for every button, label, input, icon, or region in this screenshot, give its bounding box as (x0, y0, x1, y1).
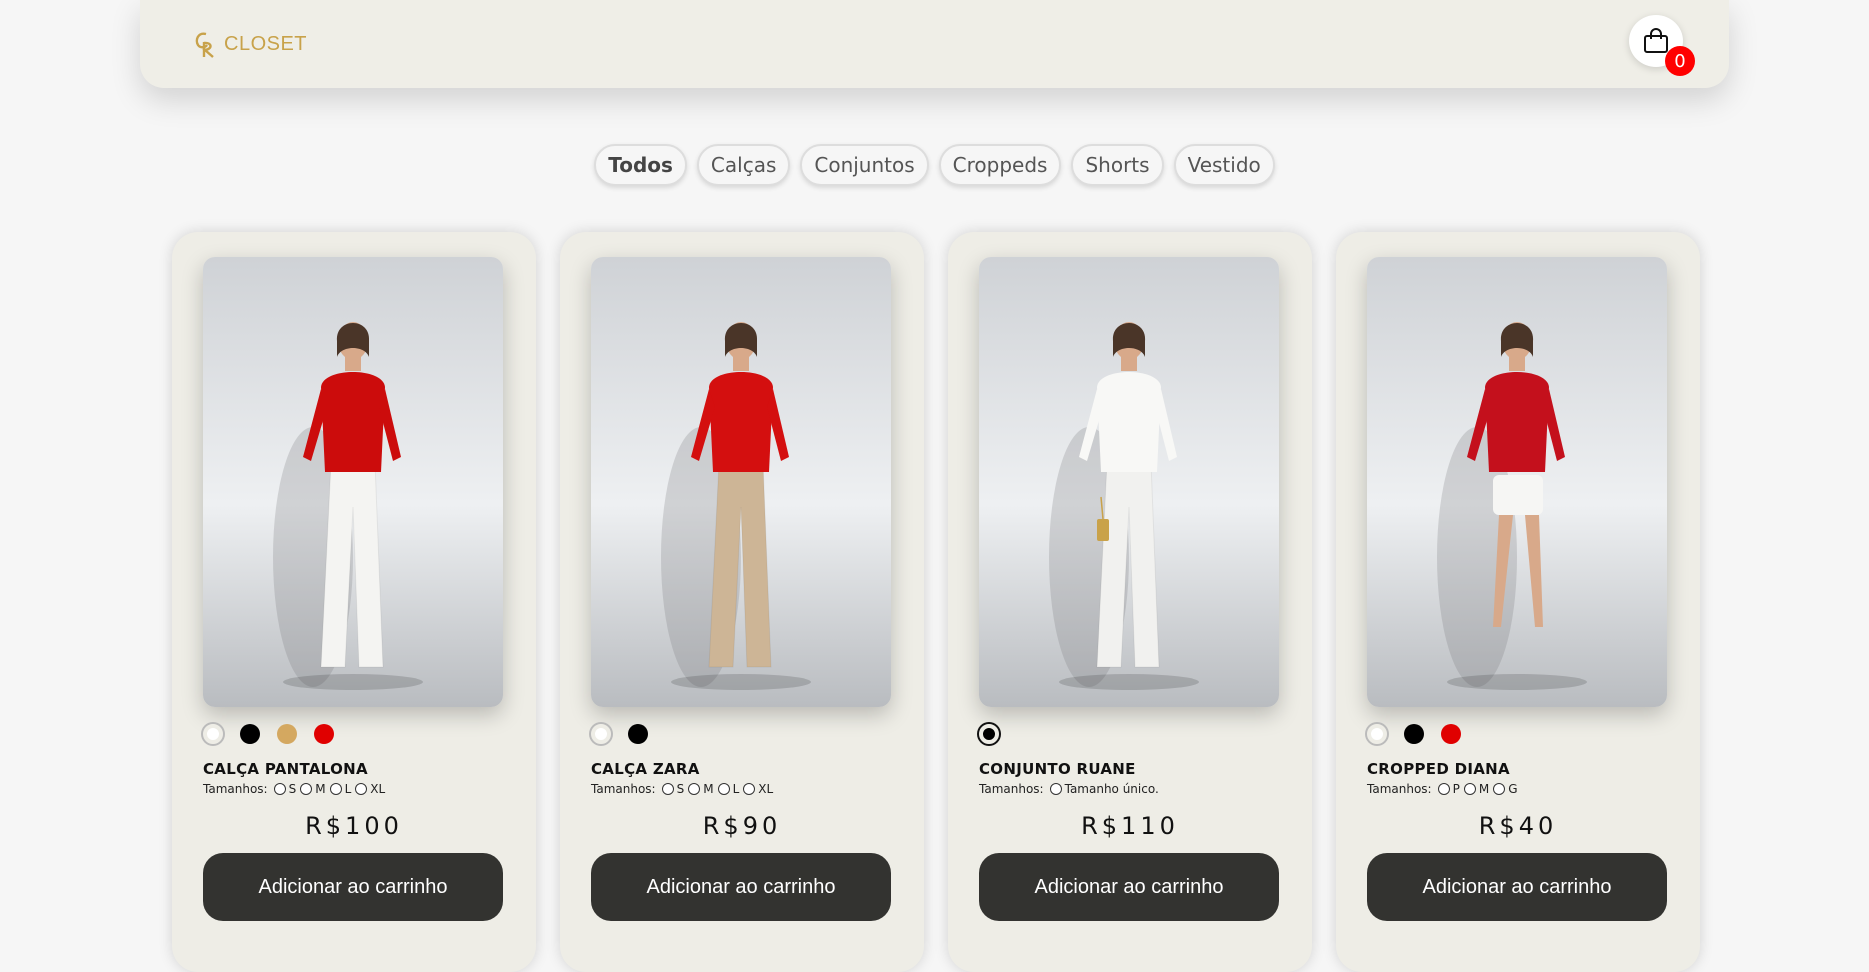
color-swatch[interactable] (979, 724, 999, 744)
product-image[interactable] (203, 257, 503, 707)
sizes-label: Tamanhos: (203, 782, 268, 796)
size-label: G (1508, 782, 1518, 796)
product-image[interactable] (591, 257, 891, 707)
add-to-cart-button[interactable]: Adicionar ao carrinho (1367, 853, 1667, 921)
size-radio[interactable]: G (1493, 782, 1518, 796)
color-swatch[interactable] (240, 724, 260, 744)
add-to-cart-button[interactable]: Adicionar ao carrinho (979, 853, 1279, 921)
filter-croppeds[interactable]: Croppeds (938, 144, 1062, 186)
product-name: CALÇA PANTALONA (203, 760, 368, 778)
color-options (1367, 724, 1461, 744)
shopping-bag-icon (1644, 28, 1668, 53)
sizes-label: Tamanhos: (979, 782, 1044, 796)
color-swatch[interactable] (1441, 724, 1461, 744)
size-label: XL (758, 782, 774, 796)
size-options: Tamanhos: P M G (1367, 782, 1522, 796)
product-price: R$90 (702, 812, 782, 840)
product-name: CROPPED DIANA (1367, 760, 1510, 778)
cart-button[interactable]: 0 (1629, 15, 1695, 76)
radio-button[interactable] (717, 783, 730, 795)
radio-button[interactable] (1463, 783, 1476, 795)
size-radio[interactable]: L (717, 782, 740, 796)
cart-count-badge: 0 (1665, 46, 1695, 76)
product-price: R$100 (305, 812, 403, 840)
radio-button[interactable] (688, 783, 701, 795)
radio-button[interactable] (743, 783, 756, 795)
product-price: R$40 (1478, 812, 1558, 840)
size-radio[interactable]: S (661, 782, 685, 796)
radio-button[interactable] (1437, 783, 1450, 795)
product-grid: CALÇA PANTALONA Tamanhos: S M L XL R$100 Adicio… (172, 232, 1700, 972)
color-swatch[interactable] (1404, 724, 1424, 744)
size-label: L (732, 782, 740, 796)
size-radio[interactable]: Tamanho único. (1049, 782, 1159, 796)
size-label: S (288, 782, 297, 796)
color-swatch[interactable] (277, 724, 297, 744)
radio-button[interactable] (1493, 783, 1506, 795)
size-label: M (315, 782, 326, 796)
product-name: CONJUNTO RUANE (979, 760, 1136, 778)
size-radio[interactable]: P (1437, 782, 1460, 796)
filter-calcas[interactable]: Calças (696, 144, 791, 186)
filter-todos[interactable]: Todos (594, 144, 687, 186)
size-radio[interactable]: S (273, 782, 297, 796)
size-label: M (1478, 782, 1490, 796)
category-filters: Todos Calças Conjuntos Croppeds Shorts Vestid… (0, 144, 1869, 186)
size-radio[interactable]: XL (355, 782, 385, 796)
product-card: CALÇA ZARA Tamanhos: S M L XL R$90 Adicionar ao… (560, 232, 924, 972)
size-label: L (344, 782, 352, 796)
radio-button[interactable] (273, 783, 286, 795)
sizes-label: Tamanhos: (591, 782, 656, 796)
product-image[interactable] (1367, 257, 1667, 707)
radio-button[interactable] (300, 783, 313, 795)
size-label: XL (370, 782, 386, 796)
add-to-cart-button[interactable]: Adicionar ao carrinho (591, 853, 891, 921)
color-options (591, 724, 648, 744)
size-options: Tamanhos: Tamanho único. (979, 782, 1163, 796)
product-name: CALÇA ZARA (591, 760, 700, 778)
size-options: Tamanhos: S M L XL (591, 782, 777, 796)
filter-conjuntos[interactable]: Conjuntos (800, 144, 929, 186)
color-swatch[interactable] (591, 724, 611, 744)
radio-button[interactable] (355, 783, 368, 795)
color-options (979, 724, 999, 744)
size-label: P (1452, 782, 1460, 796)
product-image[interactable] (979, 257, 1279, 707)
filter-shorts[interactable]: Shorts (1071, 144, 1164, 186)
product-card: CONJUNTO RUANE Tamanhos: Tamanho único. R$1… (948, 232, 1312, 972)
logo-monogram-icon (195, 32, 214, 58)
size-label: Tamanho único. (1064, 782, 1159, 796)
size-radio[interactable]: M (688, 782, 714, 796)
size-radio[interactable]: M (300, 782, 326, 796)
size-radio[interactable]: L (329, 782, 352, 796)
color-options (203, 724, 334, 744)
radio-button[interactable] (661, 783, 674, 795)
filter-vestido[interactable]: Vestido (1173, 144, 1275, 186)
radio-button[interactable] (1049, 783, 1062, 795)
size-radio[interactable]: M (1463, 782, 1490, 796)
size-label: S (676, 782, 685, 796)
color-swatch[interactable] (1367, 724, 1387, 744)
product-card: CALÇA PANTALONA Tamanhos: S M L XL R$100 Adicio… (172, 232, 536, 972)
size-label: M (703, 782, 714, 796)
color-swatch[interactable] (628, 724, 648, 744)
color-swatch[interactable] (203, 724, 223, 744)
logo-text: CLOSET (224, 32, 308, 55)
brand-logo[interactable]: CLOSET (192, 30, 307, 58)
sizes-label: Tamanhos: (1367, 782, 1432, 796)
size-radio[interactable]: XL (743, 782, 773, 796)
radio-button[interactable] (329, 783, 342, 795)
size-options: Tamanhos: S M L XL (203, 782, 389, 796)
product-card: CROPPED DIANA Tamanhos: P M G R$40 Adicionar a… (1336, 232, 1700, 972)
add-to-cart-button[interactable]: Adicionar ao carrinho (203, 853, 503, 921)
site-header: CLOSET 0 (140, 0, 1729, 88)
color-swatch[interactable] (314, 724, 334, 744)
product-price: R$110 (1081, 812, 1179, 840)
